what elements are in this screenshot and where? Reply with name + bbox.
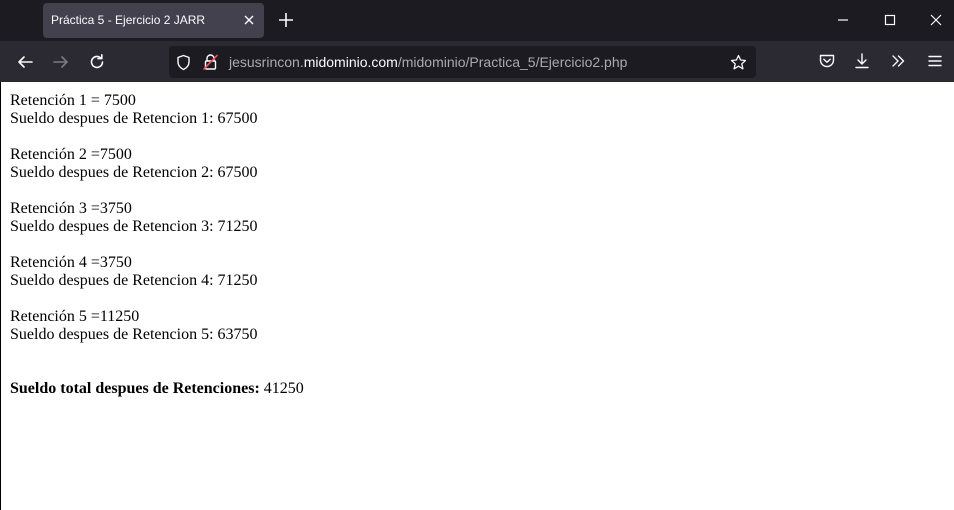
reload-icon[interactable] [86, 51, 108, 73]
retencion-block-3: Retención 3 =3750 Sueldo despues de Rete… [10, 200, 304, 236]
results-body: Retención 1 = 7500 Sueldo despues de Ret… [10, 92, 304, 398]
sueldo-line: Sueldo despues de Retencion 3: 71250 [10, 218, 258, 235]
sueldo-line: Sueldo despues de Retencion 2: 67500 [10, 164, 258, 181]
url-prefix: jesusrincon. [229, 54, 304, 70]
url-path: /midominio/Practica_5/Ejercicio2.php [397, 54, 628, 70]
url-text[interactable]: jesusrincon.midominio.com/midominio/Prac… [229, 54, 627, 70]
forward-arrow-icon[interactable] [50, 51, 72, 73]
download-icon[interactable] [853, 52, 871, 70]
plus-icon[interactable] [276, 10, 296, 30]
insecure-lock-icon[interactable] [202, 53, 219, 71]
minimize-icon[interactable] [833, 10, 853, 30]
retencion-block-1: Retención 1 = 7500 Sueldo despues de Ret… [10, 92, 304, 128]
url-bar[interactable]: jesusrincon.midominio.com/midominio/Prac… [169, 46, 756, 78]
tab-bar: Práctica 5 - Ejercicio 2 JARR [0, 0, 954, 41]
total-line: Sueldo total despues de Retenciones: 412… [10, 380, 304, 398]
retencion-line: Retención 3 =3750 [10, 200, 132, 217]
chevrons-icon[interactable] [889, 52, 907, 70]
sueldo-line: Sueldo despues de Retencion 1: 67500 [10, 110, 258, 127]
retencion-line: Retención 1 = 7500 [10, 92, 136, 109]
tab-title: Práctica 5 - Ejercicio 2 JARR [51, 13, 206, 27]
maximize-icon[interactable] [880, 10, 900, 30]
back-arrow-icon[interactable] [14, 51, 36, 73]
retencion-line: Retención 5 =11250 [10, 308, 140, 325]
page-content: Retención 1 = 7500 Sueldo despues de Ret… [0, 82, 954, 510]
retencion-line: Retención 4 =3750 [10, 254, 132, 271]
window-close-icon[interactable] [926, 10, 946, 30]
navigation-toolbar: jesusrincon.midominio.com/midominio/Prac… [0, 41, 954, 82]
sueldo-line: Sueldo despues de Retencion 4: 71250 [10, 272, 258, 289]
total-value: 41250 [259, 380, 304, 397]
pocket-icon[interactable] [818, 52, 836, 70]
retencion-line: Retención 2 =7500 [10, 146, 132, 163]
sueldo-line: Sueldo despues de Retencion 5: 63750 [10, 326, 258, 343]
close-icon[interactable] [241, 12, 257, 28]
star-icon[interactable] [730, 54, 747, 71]
retencion-block-5: Retención 5 =11250 Sueldo despues de Ret… [10, 308, 304, 344]
hamburger-menu-icon[interactable] [926, 52, 944, 70]
url-domain: midominio.com [303, 54, 398, 70]
active-tab[interactable]: Práctica 5 - Ejercicio 2 JARR [43, 3, 264, 38]
retencion-block-2: Retención 2 =7500 Sueldo despues de Rete… [10, 146, 304, 182]
retencion-block-4: Retención 4 =3750 Sueldo despues de Rete… [10, 254, 304, 290]
tracking-shield-icon[interactable] [175, 54, 192, 71]
total-label: Sueldo total despues de Retenciones: [10, 380, 260, 397]
